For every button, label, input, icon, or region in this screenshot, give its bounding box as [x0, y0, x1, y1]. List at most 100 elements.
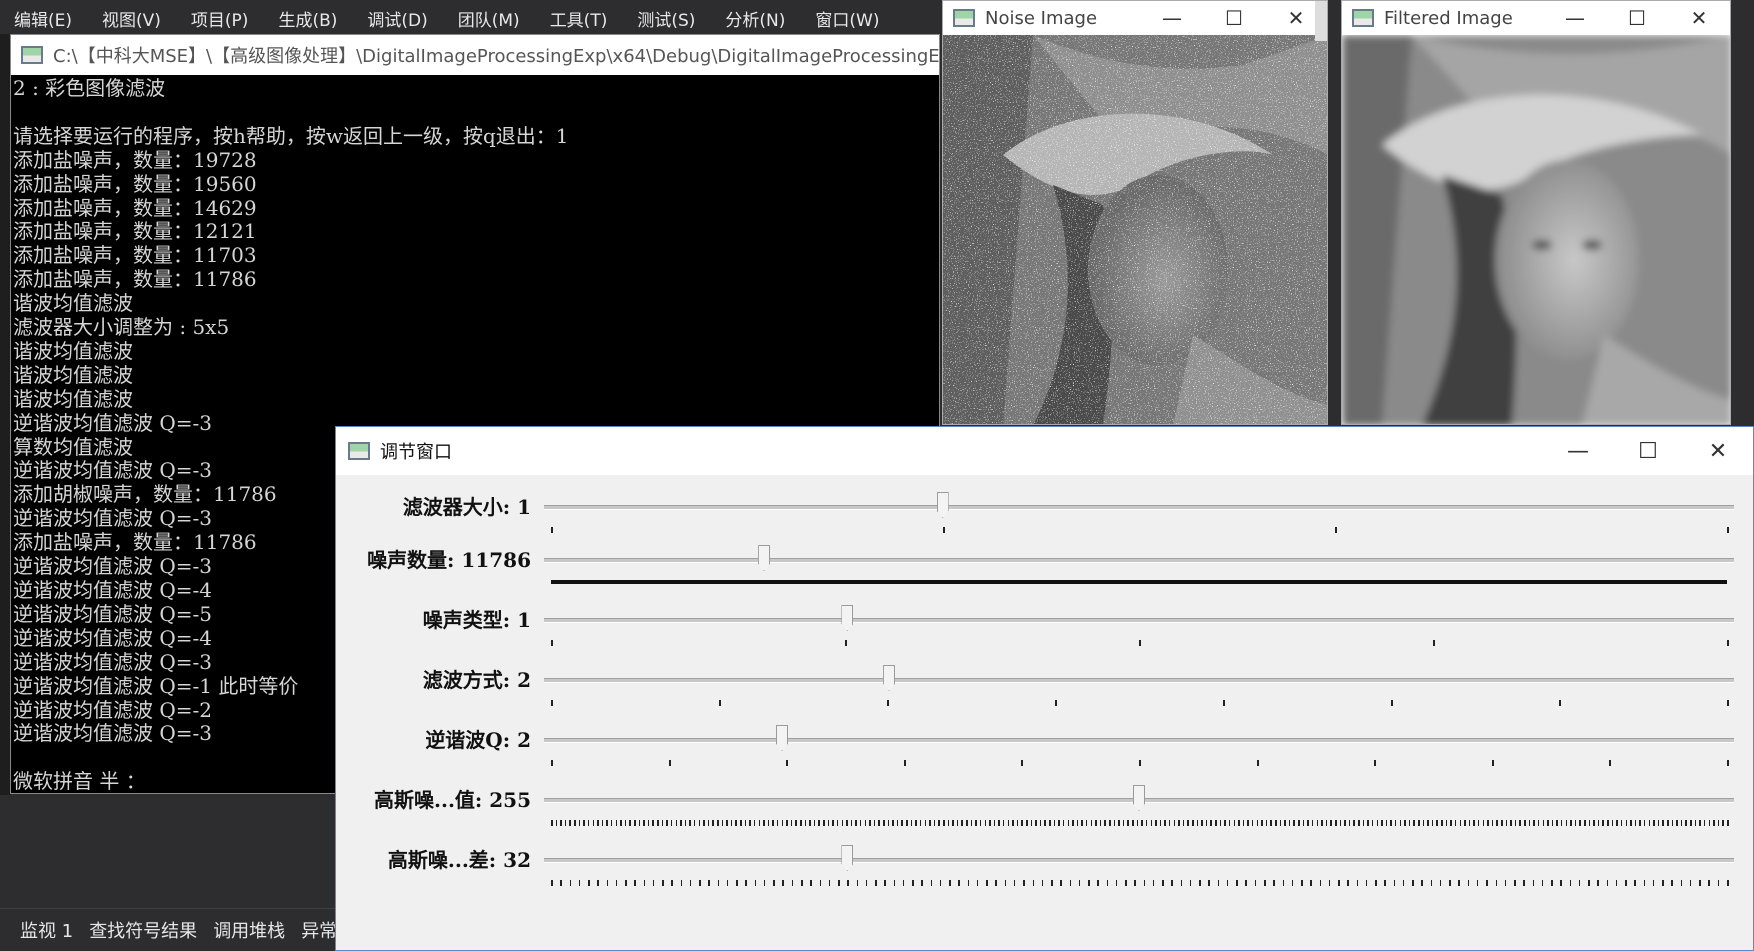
minimize-icon[interactable]: — — [1544, 6, 1606, 30]
maximize-icon[interactable]: ☐ — [1203, 6, 1265, 30]
trackbar-tick — [1226, 880, 1229, 886]
trackbar-tick — [1486, 880, 1488, 886]
bottom-tab[interactable]: 查找符号结果 — [89, 917, 197, 943]
trackbar-tick — [915, 820, 917, 826]
trackbar-thumb[interactable] — [776, 725, 788, 751]
filtered-image-window[interactable]: Filtered Image — ☐ ✕ — [1341, 0, 1731, 425]
trackbar-tick — [1004, 880, 1007, 886]
trackbar-tick — [1652, 880, 1655, 886]
trackbar-label: 噪声类型: 1 — [422, 608, 531, 632]
trackbar-tick — [1473, 820, 1475, 826]
console-line: 添加盐噪声，数量：19728 — [13, 147, 257, 172]
console-line: 添加盐噪声，数量：12121 — [13, 219, 257, 244]
filtered-image-titlebar[interactable]: Filtered Image — ☐ ✕ — [1342, 1, 1730, 35]
menu-item[interactable]: 分析(N) — [725, 6, 785, 34]
trackbar-tick — [1053, 820, 1056, 826]
trackbar-tick — [859, 820, 862, 826]
close-icon[interactable]: ✕ — [1668, 6, 1730, 30]
trackbar-tick — [1449, 880, 1451, 886]
trackbar-tick — [1106, 880, 1109, 886]
menu-item[interactable]: 测试(S) — [637, 6, 695, 34]
trackbar-tick — [1556, 820, 1558, 826]
trackbar-tick — [1358, 820, 1360, 826]
trackbar-tick — [1727, 880, 1729, 886]
trackbar-tick — [1173, 820, 1176, 826]
trackbar-tick — [1208, 880, 1210, 886]
bottom-tab[interactable]: 调用堆栈 — [213, 917, 285, 943]
trackbar-tick — [827, 820, 830, 826]
trackbar-tick — [993, 820, 996, 826]
trackbar-track[interactable] — [544, 678, 1734, 683]
trackbar-tick — [726, 820, 728, 826]
trackbar-tick — [606, 820, 608, 826]
trackbar-thumb[interactable] — [758, 545, 771, 571]
trackbar-tick — [800, 820, 802, 826]
trackbar-tick — [1533, 820, 1535, 826]
menu-item[interactable]: 编辑(E) — [14, 6, 72, 34]
close-icon[interactable]: ✕ — [1683, 439, 1753, 464]
trackbar-ticks — [551, 527, 1729, 533]
trackbar-thumb[interactable] — [883, 665, 896, 691]
trackbar-tick — [699, 880, 701, 886]
trackbar-tick — [1662, 820, 1664, 826]
console-title: C:\【中科大MSE】\【高级图像处理】\DigitalImageProcess… — [53, 46, 939, 67]
trackbar-tick — [1375, 880, 1377, 886]
trackbar-tick — [749, 820, 751, 826]
trackbar-thumb[interactable] — [841, 605, 854, 631]
trackbar-tick — [551, 880, 553, 886]
minimize-icon[interactable]: — — [1141, 6, 1203, 30]
trackbar-thumb[interactable] — [936, 492, 949, 518]
trackbar-tick — [1152, 880, 1155, 886]
menu-item[interactable]: 视图(V) — [102, 6, 161, 34]
menu-item[interactable]: 调试(D) — [367, 6, 427, 34]
trackbar-track[interactable] — [544, 558, 1734, 563]
trackbar-tick — [592, 820, 594, 826]
noise-image-window[interactable]: Noise Image — ☐ ✕ — [942, 0, 1328, 425]
trackbar-tick — [1374, 760, 1377, 766]
menu-item[interactable]: 生成(B) — [278, 6, 337, 34]
trackbar-tick — [838, 880, 840, 886]
trackbar-tick — [1143, 880, 1146, 886]
trackbar-tick — [1491, 760, 1494, 766]
trackbar-tick — [1090, 820, 1093, 826]
trackbar-tick — [1625, 880, 1627, 886]
menu-item[interactable]: 团队(M) — [458, 6, 520, 34]
noise-image-titlebar[interactable]: Noise Image — ☐ ✕ — [943, 1, 1327, 35]
trackbar-tick — [767, 820, 770, 826]
console-titlebar[interactable]: C:\【中科大MSE】\【高级图像处理】\DigitalImageProcess… — [11, 35, 939, 75]
trackbar-track[interactable] — [544, 738, 1734, 743]
maximize-icon[interactable]: ☐ — [1606, 6, 1668, 30]
adjust-window[interactable]: 调节窗口 — ☐ ✕ 滤波器大小: 1 噪声数量: 11786 噪声类型: 1 滤波方… — [335, 426, 1754, 951]
trackbar-thumb[interactable] — [841, 845, 854, 871]
trackbar-track[interactable] — [544, 618, 1734, 623]
menu-item[interactable]: 窗口(W) — [815, 6, 879, 34]
trackbar-tick — [684, 820, 687, 826]
menu-item[interactable]: 项目(P) — [191, 6, 249, 34]
minimize-icon[interactable]: — — [1543, 439, 1613, 464]
trackbar-tick — [1335, 820, 1337, 826]
trackbar-tick — [961, 820, 963, 826]
trackbar-tick — [1088, 880, 1090, 886]
bottom-tab[interactable]: 异常 — [301, 917, 337, 943]
adjust-window-titlebar[interactable]: 调节窗口 — ☐ ✕ — [336, 427, 1753, 475]
bottom-tab[interactable]: 监视 1 — [20, 917, 73, 943]
trackbar-thumb[interactable] — [1133, 785, 1145, 811]
trackbar-tick — [1560, 820, 1563, 826]
menu-item[interactable]: 工具(T) — [550, 6, 608, 34]
trackbar-tick — [836, 820, 839, 826]
trackbar-track[interactable] — [544, 858, 1734, 863]
trackbar-tick — [1495, 880, 1497, 886]
trackbar-tick — [1501, 820, 1503, 826]
maximize-icon[interactable]: ☐ — [1613, 439, 1683, 464]
trackbar-row: 滤波器大小: 1 — [336, 487, 1753, 547]
trackbar-tick — [1381, 820, 1383, 826]
trackbar-tick — [1302, 820, 1305, 826]
trackbar-tick — [929, 820, 931, 826]
trackbar-tick — [1275, 820, 1277, 826]
trackbar-tick — [1394, 820, 1397, 826]
trackbar-track[interactable] — [544, 505, 1734, 510]
trackbar-tick — [1321, 820, 1323, 826]
trackbar-tick — [1058, 820, 1060, 826]
trackbar-tick — [1316, 820, 1319, 826]
trackbar-tick — [1597, 820, 1600, 826]
